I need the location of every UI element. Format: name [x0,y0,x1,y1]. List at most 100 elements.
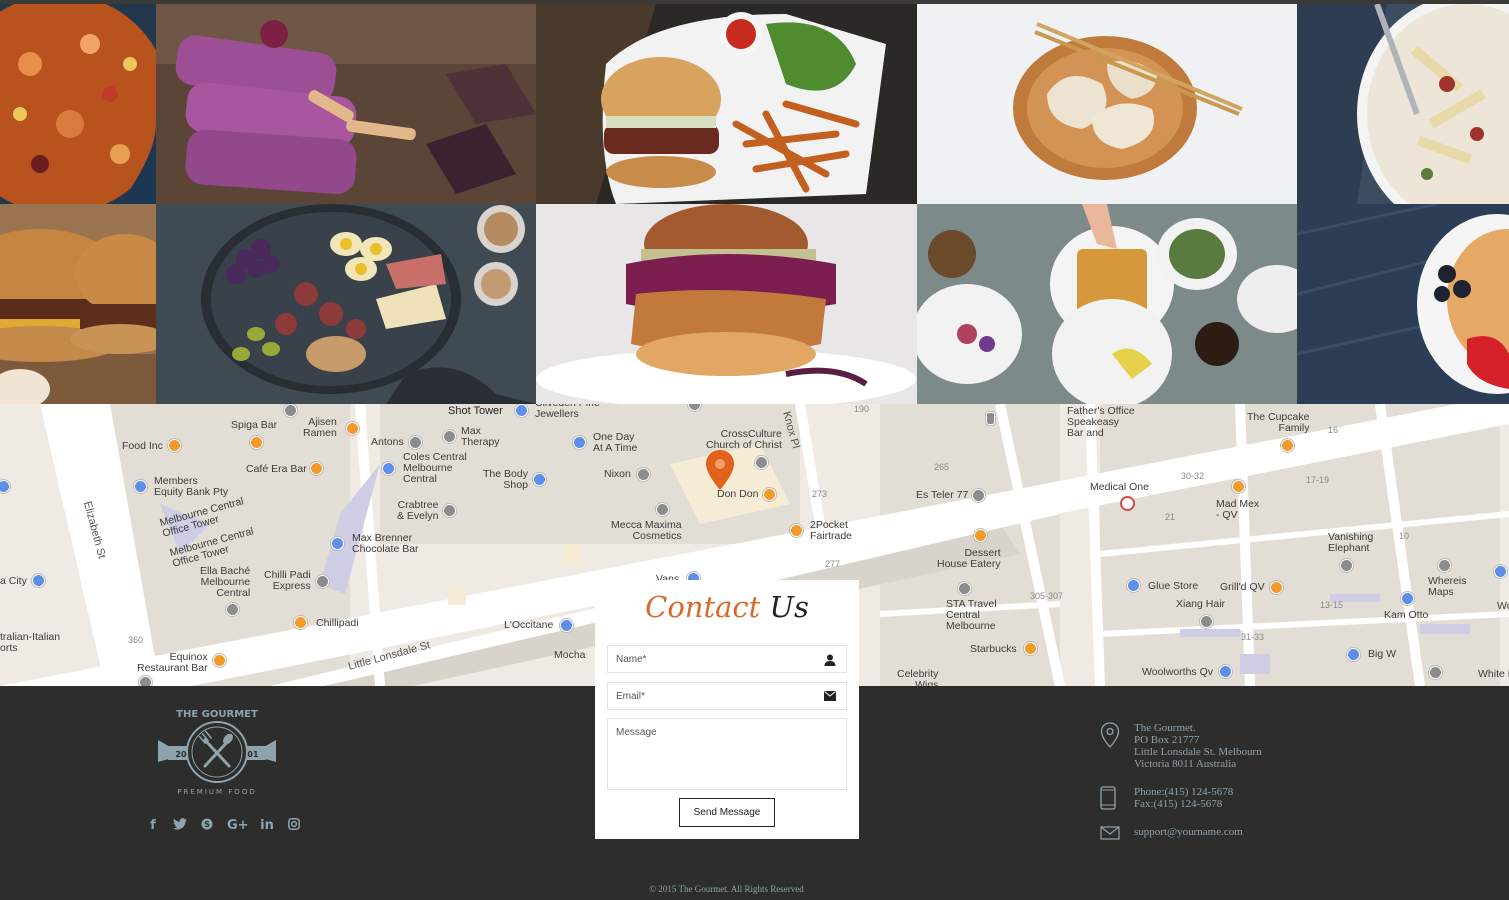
map-poi[interactable]: Mocha [554,650,586,661]
map-poi[interactable]: White H [1478,669,1509,680]
gallery-image-chicken-sandwich[interactable] [536,204,917,404]
map-poi[interactable]: Vanishing Elephant [1328,532,1373,554]
message-field[interactable]: Message [607,718,847,790]
map-poi[interactable]: Coles Central Melbourne Central [403,452,467,485]
map-poi[interactable]: 2Pocket Fairtrade [810,520,852,542]
cafe-pin-icon [1024,642,1037,655]
google-plus-icon[interactable]: G+ [227,818,249,834]
map-poi[interactable]: Xiang Hair [1176,599,1225,610]
map-poi[interactable]: Members Equity Bank Pty [154,476,228,498]
map-poi[interactable]: Nixon [604,469,631,480]
map-poi[interactable]: Celebrity Wigs [897,669,938,687]
gallery-image-icepops[interactable] [156,4,536,204]
map-poi[interactable]: Starbucks [970,644,1017,655]
map-poi[interactable]: L'Occitane [504,620,553,631]
email-placeholder: Email* [616,691,645,702]
map-poi[interactable]: Crabtree & Evelyn [397,500,438,522]
map-poi[interactable]: a City [0,576,27,587]
contact-info: The Gourmet. PO Box 21777 Little Lonsdal… [1098,722,1358,854]
map-poi[interactable]: Food Inc [122,441,163,452]
map-poi[interactable]: STA Travel Central Melbourne [946,599,997,632]
envelope-icon [824,691,836,701]
map-poi[interactable]: Grill'd QV [1220,582,1265,593]
map-poi[interactable]: Chilli Padi Express [264,570,311,592]
facebook-icon[interactable]: f [146,818,160,834]
logo-bottom-text: PREMIUM FOOD [177,788,256,796]
email-link[interactable]: support@yourname.com [1134,826,1358,838]
gallery-image-figs-platter[interactable] [156,204,536,404]
map-poi[interactable]: Es Teler 77 [916,490,968,501]
pin-icon [284,404,297,417]
gallery-image-waffles[interactable] [917,204,1297,404]
map-location-marker[interactable] [706,450,734,490]
phone-block: Phone:(415) 124-5678 Fax:(415) 124-5678 [1098,786,1358,810]
map-poi[interactable]: Big W [1368,649,1396,660]
logo-year-left: 20 [175,750,187,759]
shop-pin-icon [1127,579,1140,592]
map-poi[interactable]: Ajisen Ramen [303,417,337,439]
map-poi[interactable]: Ella Baché Melbourne Central [200,566,250,599]
gallery-image-paella[interactable] [0,4,156,204]
gallery-image-pancakes[interactable] [1297,204,1509,404]
name-field[interactable]: Name* [607,645,847,673]
shop-pin-icon [1347,648,1360,661]
pin-icon [958,582,971,595]
shop-pin-icon [573,436,586,449]
map-poi[interactable]: Max Brenner Chocolate Bar [352,533,419,555]
map-poi[interactable]: Mecca Maxima Cosmetics [611,520,682,542]
map-poi[interactable]: The Body Shop [483,469,528,491]
linkedin-icon[interactable]: in [260,818,274,834]
map-poi[interactable]: Max Therapy [461,426,500,448]
map-poi[interactable]: Equinox Restaurant Bar [137,652,208,674]
pin-icon [443,430,456,443]
gallery-image-dumplings[interactable] [917,4,1297,204]
gallery-image-pasta[interactable] [1297,4,1509,204]
map-poi[interactable]: Chillipadi [316,618,359,629]
map-poi[interactable]: The Cupcake Family [1247,412,1309,434]
gallery-image-burger-fries[interactable] [536,4,917,204]
pin-icon [316,575,329,588]
map-poi[interactable]: CrossCulture Church of Christ [706,429,782,451]
send-message-button[interactable]: Send Message [679,798,775,827]
map-poi[interactable]: Cliveden Pine Jewellers [535,404,600,420]
map-poi[interactable]: Medical One [1090,482,1149,493]
pin-icon [1200,615,1213,628]
map-poi[interactable]: Father's Office Speakeasy Bar and [1067,406,1135,439]
map-poi[interactable]: Café Era Bar [246,464,307,475]
map-poi[interactable]: Antons [371,437,404,448]
map-poi[interactable]: Spiga Bar [231,420,277,431]
map-poi[interactable]: Don Don [717,489,758,500]
twitter-icon[interactable] [173,818,187,834]
map-poi[interactable]: One Day At A Time [593,432,637,454]
map-poi[interactable]: Kam Otto [1384,610,1428,621]
pin-icon [1438,559,1451,572]
map-poi[interactable]: Shot Tower [448,406,503,417]
contact-title-part1: Contact [645,590,761,624]
map-poi[interactable]: Whereis Maps [1428,576,1467,598]
user-icon [824,654,836,666]
email-field[interactable]: Email* [607,682,847,710]
shop-pin-icon [560,619,573,632]
bank-pin-icon [134,480,147,493]
social-links: f S G+ in [146,818,301,834]
map-poi[interactable]: tralian-Italian orts [0,632,60,654]
svg-text:S: S [204,820,210,829]
pin-icon [1340,559,1353,572]
map-number: 265 [934,462,950,472]
map-poi[interactable]: Dessert House Eatery [937,548,1001,570]
map-number: 273 [812,489,828,499]
phone-text[interactable]: Phone:(415) 124-5678 [1134,786,1358,798]
shop-pin-icon [1219,665,1232,678]
shop-pin-icon [533,473,546,486]
cafe-pin-icon [168,439,181,452]
gallery-image-burger-closeup[interactable] [0,204,156,404]
map-poi[interactable]: Wo [1497,601,1509,612]
skype-icon[interactable]: S [200,818,214,834]
map-poi[interactable]: Woolworths Qv [1142,667,1213,678]
fax-text: Fax:(415) 124-5678 [1134,798,1223,810]
envelope-icon [1100,826,1120,840]
map-number: 10 [1399,531,1410,541]
instagram-icon[interactable] [287,818,301,834]
map-poi[interactable]: Mad Mex - QV [1216,499,1259,521]
map-poi[interactable]: Glue Store [1148,581,1198,592]
